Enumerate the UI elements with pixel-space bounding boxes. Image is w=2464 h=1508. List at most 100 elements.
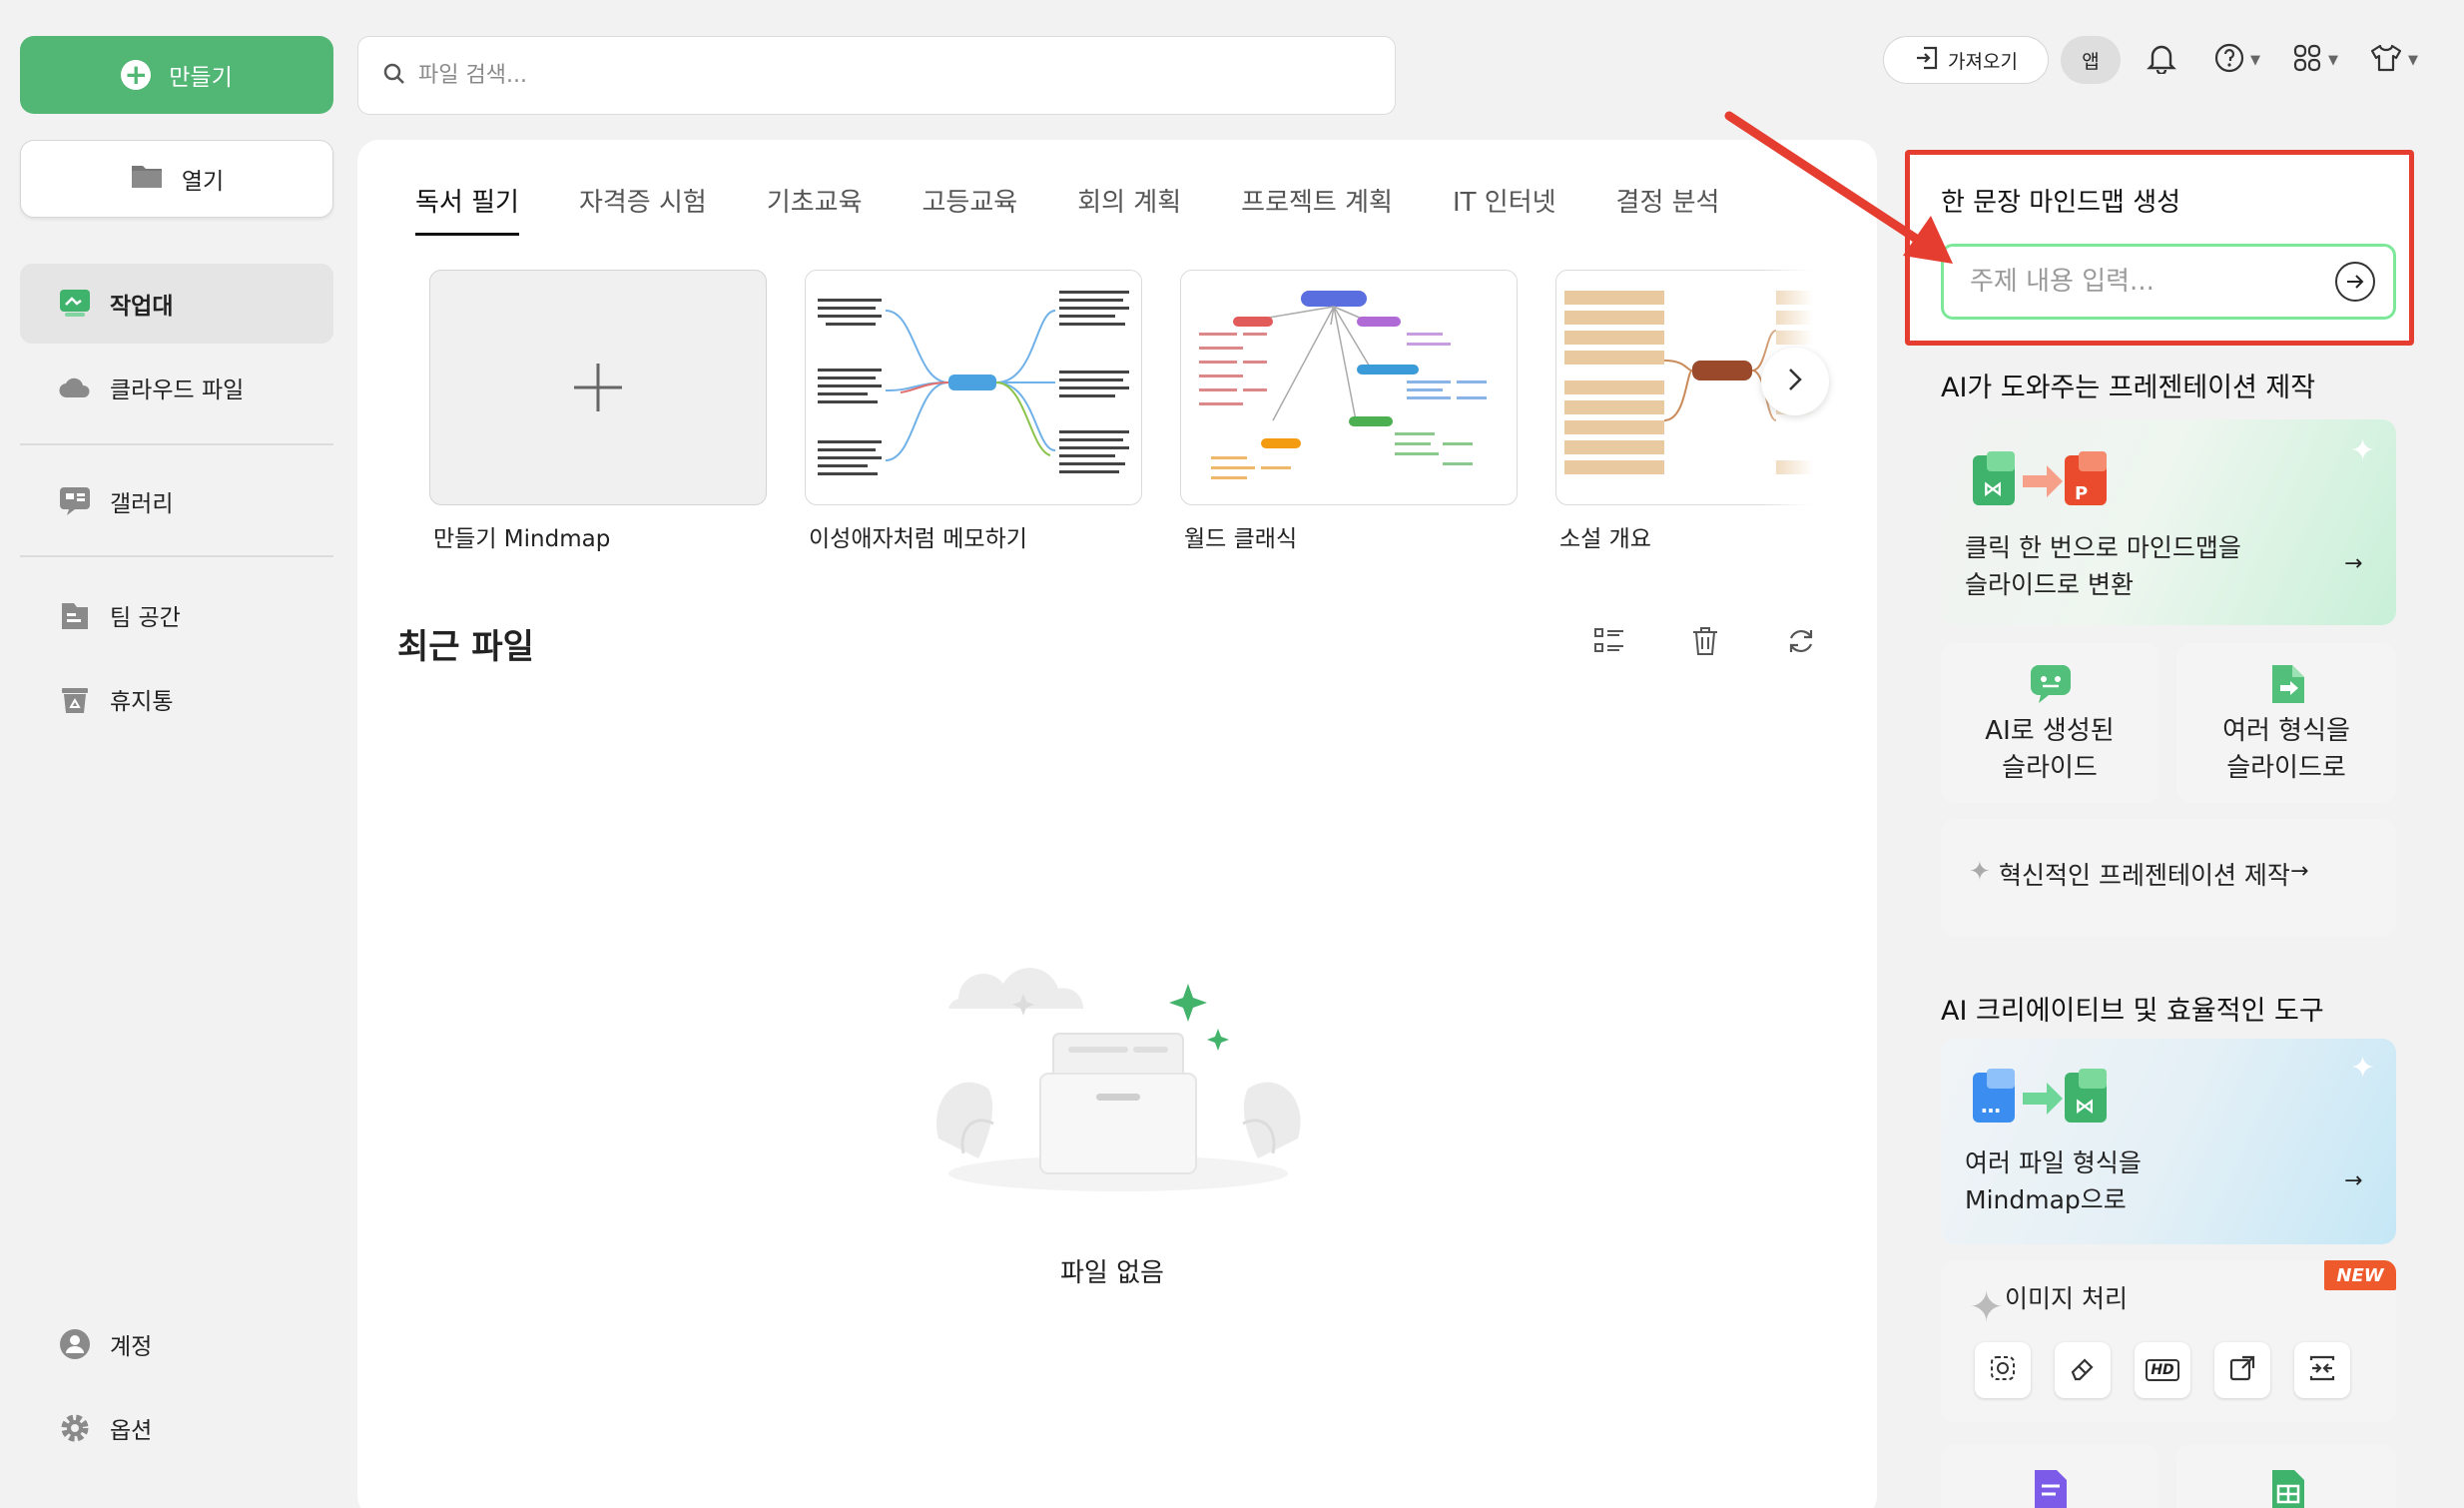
tab-basic-education[interactable]: 기초교육 — [767, 182, 863, 236]
compress-icon — [2308, 1354, 2336, 1386]
plus-icon: + — [121, 60, 152, 90]
sidebar-item-gallery[interactable]: 갤러리 — [20, 461, 333, 541]
trash-icon — [58, 682, 92, 716]
ai-slides-icon — [2029, 663, 2073, 707]
import-label: 가져오기 — [1948, 50, 2018, 73]
image-tool-select[interactable] — [1975, 1342, 2031, 1398]
ai-topic-field[interactable] — [1941, 244, 2396, 320]
sidebar-item-label: 옵션 — [110, 1418, 153, 1444]
list-view-button[interactable] — [1587, 621, 1631, 665]
sidebar-item-cloud-files[interactable]: 클라우드 파일 — [20, 348, 333, 427]
sidebar-item-workbench[interactable]: 작업대 — [20, 264, 333, 344]
sidebar-item-team-space[interactable]: 팀 공간 — [20, 575, 333, 655]
file-to-mindmap-card[interactable]: … ⋈ 여러 파일 형식을 Mindmap으로 → ✦ — [1941, 1039, 2396, 1244]
card-line2: 슬라이드 — [2002, 753, 2098, 783]
theme-menu[interactable]: ▼ — [2370, 40, 2418, 80]
tab-meeting-plan[interactable]: 회의 계획 — [1077, 182, 1181, 236]
multi-format-slides-card[interactable]: 여러 형식을 슬라이드로 — [2176, 643, 2396, 803]
template-label: 이성애자처럼 메모하기 — [809, 526, 1027, 552]
tab-project-plan[interactable]: 프로젝트 계획 — [1241, 182, 1393, 236]
search-input[interactable] — [418, 63, 1317, 88]
search-bar[interactable] — [357, 36, 1396, 115]
new-badge: NEW — [2324, 1260, 2396, 1290]
import-icon — [1914, 45, 1940, 76]
notification-button[interactable] — [2147, 40, 2176, 80]
apps-grid-icon — [2292, 43, 2322, 77]
image-tool-expand[interactable] — [2214, 1342, 2270, 1398]
tab-it-internet[interactable]: IT 인터넷 — [1453, 182, 1556, 236]
submit-arrow-button[interactable] — [2335, 262, 2375, 302]
template-card-memo[interactable] — [805, 270, 1142, 505]
cloud-icon — [58, 371, 92, 404]
list-view-icon — [1593, 626, 1625, 660]
chevron-down-icon: ▼ — [2328, 52, 2338, 68]
innovative-label: 혁신적인 프레젠테이션 제작 — [1999, 861, 2290, 890]
card-line1: 클릭 한 번으로 마인드맵을 — [1965, 533, 2241, 562]
arrow-right-icon: → — [2290, 859, 2309, 884]
search-icon — [382, 62, 406, 90]
tab-higher-education[interactable]: 고등교육 — [923, 182, 1018, 236]
annotation-arrow — [1717, 106, 1987, 280]
image-tool-compress[interactable] — [2294, 1342, 2350, 1398]
mindmap-to-slides-card[interactable]: ⋈ P 클릭 한 번으로 마인드맵을 슬라이드로 변환 → ✦ — [1941, 419, 2396, 625]
workbench-icon — [58, 287, 92, 321]
sidebar-item-label: 갤러리 — [110, 491, 174, 517]
sidebar-item-options[interactable]: 옵션 — [20, 1388, 333, 1468]
template-label: 소설 개요 — [1559, 526, 1651, 552]
tab-certification-exam[interactable]: 자격증 시험 — [579, 182, 707, 236]
innovative-presentation-card[interactable]: ✦ 혁신적인 프레젠테이션 제작 → — [1941, 819, 2396, 937]
delete-button[interactable] — [1683, 621, 1727, 665]
recent-files-title: 최근 파일 — [397, 627, 534, 667]
face-select-icon — [1989, 1354, 2017, 1386]
bell-icon — [2147, 42, 2176, 78]
sparkle-icon: ✦ — [1969, 1282, 2005, 1331]
card-line1: 여러 형식을 — [2222, 716, 2350, 746]
card-line2: Mindmap으로 — [1965, 1185, 2127, 1214]
open-button[interactable]: 열기 — [20, 140, 333, 218]
card-line1: AI로 생성된 — [1985, 716, 2115, 746]
sidebar-divider — [20, 555, 333, 557]
svg-text:P: P — [2075, 483, 2088, 504]
help-menu[interactable]: ▼ — [2214, 40, 2260, 80]
svg-text:⋈: ⋈ — [1983, 476, 2003, 500]
tab-reading-notes[interactable]: 독서 필기 — [415, 182, 519, 236]
create-button-label: 만들기 — [169, 65, 233, 91]
open-button-label: 열기 — [181, 169, 225, 195]
tab-decision-analysis[interactable]: 결정 분석 — [1616, 182, 1720, 236]
spreadsheet-icon — [2268, 1466, 2308, 1508]
tools-section-title: AI 크리에이티브 및 효율적인 도구 — [1941, 996, 2324, 1027]
file-convert-icon — [2268, 661, 2308, 709]
mindmap-thumbnail — [818, 291, 1129, 475]
bottom-tool-card-1[interactable] — [1941, 1444, 2158, 1508]
sidebar-item-account[interactable]: 계정 — [20, 1304, 333, 1384]
apps-menu[interactable]: ▼ — [2292, 40, 2338, 80]
image-tool-erase[interactable] — [2055, 1342, 2111, 1398]
create-button[interactable]: + 만들기 — [20, 36, 333, 114]
refresh-button[interactable] — [1779, 621, 1823, 665]
account-icon — [58, 1327, 92, 1361]
template-label: 월드 클래식 — [1184, 526, 1298, 552]
chevron-down-icon: ▼ — [2408, 52, 2418, 68]
hd-icon: HD — [2146, 1359, 2179, 1381]
mindmap-thumbnail — [1199, 291, 1487, 479]
arrow-right-icon: → — [2344, 1168, 2363, 1193]
sidebar-item-label: 휴지통 — [110, 689, 174, 715]
import-button[interactable]: 가져오기 — [1883, 36, 2049, 84]
sidebar-item-trash[interactable]: 휴지통 — [20, 659, 333, 739]
image-tool-hd[interactable]: HD — [2135, 1342, 2190, 1398]
sidebar-item-label: 클라우드 파일 — [110, 377, 245, 403]
ai-topic-input[interactable] — [1970, 267, 2309, 297]
expand-icon — [2228, 1354, 2256, 1386]
trash-icon — [1690, 625, 1720, 661]
app-button[interactable]: 앱 — [2061, 36, 2121, 84]
refresh-icon — [1786, 626, 1816, 660]
sparkle-icon: ✦ — [2350, 433, 2376, 468]
ai-generated-slides-card[interactable]: AI로 생성된 슬라이드 — [1941, 643, 2158, 803]
template-card-blank[interactable] — [429, 270, 767, 505]
template-card-world-classic[interactable] — [1180, 270, 1518, 505]
bottom-tool-card-2[interactable] — [2176, 1444, 2396, 1508]
card-line2: 슬라이드로 변환 — [1965, 570, 2134, 599]
sidebar-item-label: 작업대 — [110, 294, 174, 320]
carousel-next-button[interactable] — [1761, 348, 1829, 415]
template-tabs: 독서 필기 자격증 시험 기초교육 고등교육 회의 계획 프로젝트 계획 IT … — [415, 182, 1779, 236]
